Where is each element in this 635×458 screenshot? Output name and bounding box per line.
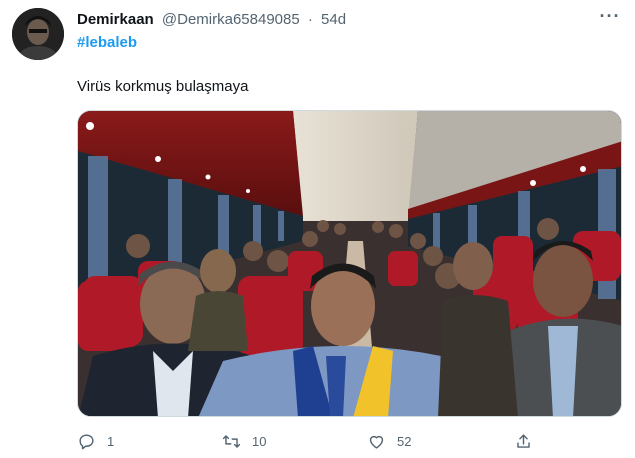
action-bar: 1 10 52 bbox=[77, 428, 622, 454]
timestamp[interactable]: 54d bbox=[321, 11, 346, 28]
tweet-text: Virüs korkmuş bulaşmaya bbox=[77, 78, 249, 95]
tweet: Demirkaan @Demirka65849085 · 54d ··· #le… bbox=[0, 0, 635, 458]
like-button[interactable]: 52 bbox=[367, 428, 411, 454]
reply-button[interactable]: 1 bbox=[77, 428, 114, 454]
share-button[interactable] bbox=[514, 428, 533, 454]
share-icon bbox=[517, 433, 530, 448]
more-options-icon[interactable]: ··· bbox=[599, 7, 621, 30]
user-handle[interactable]: @Demirka65849085 bbox=[162, 11, 300, 28]
retweet-button[interactable]: 10 bbox=[222, 428, 266, 454]
retweet-icon bbox=[222, 434, 241, 448]
retweet-count: 10 bbox=[252, 433, 267, 449]
heart-icon bbox=[369, 435, 384, 449]
like-count: 52 bbox=[397, 433, 412, 449]
display-name[interactable]: Demirkaan bbox=[77, 11, 154, 28]
hashtag-link[interactable]: #lebaleb bbox=[77, 33, 137, 53]
avatar[interactable] bbox=[12, 8, 64, 60]
tweet-header: Demirkaan @Demirka65849085 · 54d bbox=[77, 10, 346, 30]
reply-icon bbox=[79, 433, 94, 449]
reply-count: 1 bbox=[107, 433, 115, 449]
photo-bus-interior-icon bbox=[78, 111, 621, 416]
separator-dot: · bbox=[307, 11, 313, 28]
tweet-photo[interactable] bbox=[77, 110, 622, 417]
